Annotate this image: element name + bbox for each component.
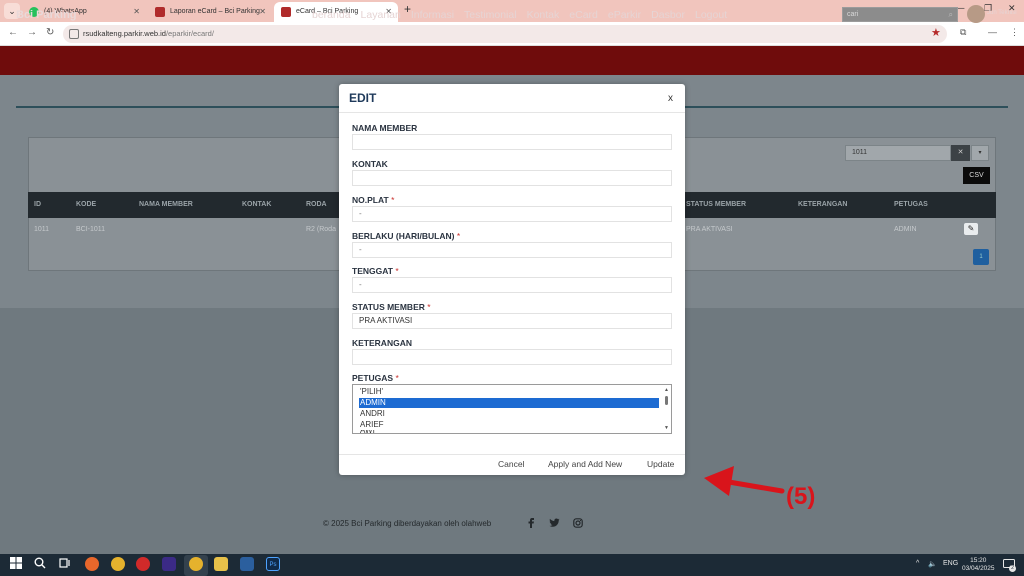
opera-icon[interactable] xyxy=(136,557,150,571)
chrome-icon[interactable] xyxy=(111,557,125,571)
firefox-icon[interactable] xyxy=(85,557,99,571)
windows-security-icon[interactable] xyxy=(240,557,254,571)
tray-overflow-icon[interactable]: ^ xyxy=(916,560,919,567)
task-view-icon[interactable] xyxy=(58,557,72,571)
notification-count: 2 xyxy=(1009,565,1016,572)
windows-start-icon[interactable] xyxy=(9,557,23,571)
taskbar-clock[interactable]: 15:20 03/04/2025 xyxy=(962,557,995,573)
volume-icon[interactable]: 🔈 xyxy=(928,560,937,568)
windows-taskbar xyxy=(0,554,1024,576)
app-icon[interactable] xyxy=(162,557,176,571)
clock-time: 15:20 xyxy=(970,557,987,564)
file-explorer-icon[interactable] xyxy=(214,557,228,571)
annotation-arrow-icon xyxy=(704,466,785,496)
clock-date: 03/04/2025 xyxy=(962,565,995,572)
photoshop-icon[interactable]: Ps xyxy=(266,557,280,571)
annotation-step-label: (5) xyxy=(786,483,816,510)
taskbar-search-icon[interactable] xyxy=(33,557,47,571)
chrome-active-icon[interactable] xyxy=(189,557,203,571)
language-indicator[interactable]: ENG xyxy=(943,560,958,567)
